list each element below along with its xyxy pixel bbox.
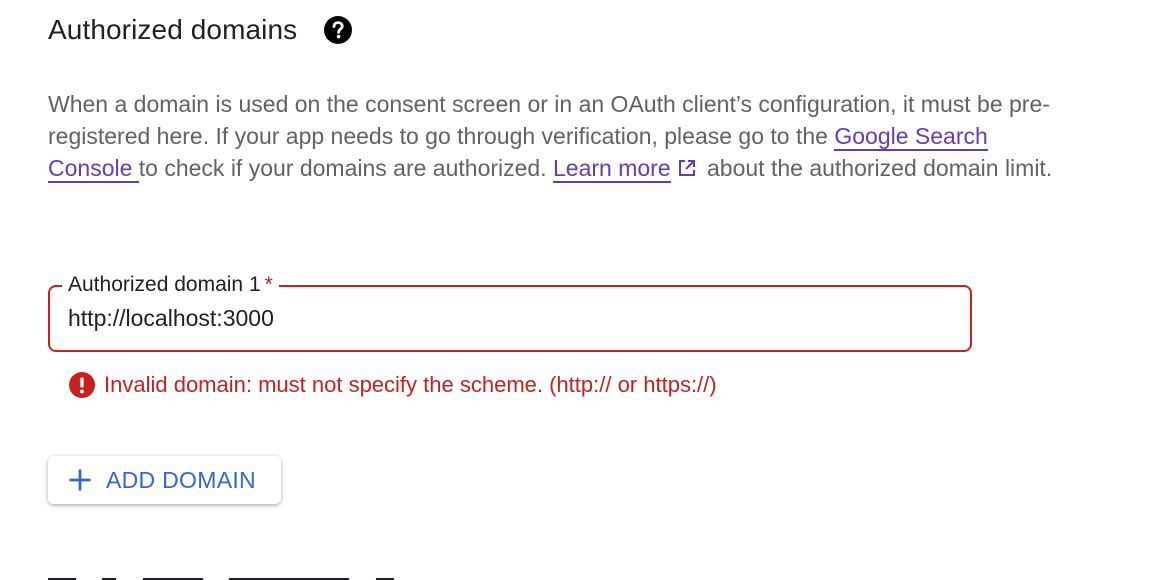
add-domain-button[interactable]: ADD DOMAIN <box>48 456 281 504</box>
error-message: Invalid domain: must not specify the sch… <box>68 371 717 399</box>
authorized-domain-input[interactable] <box>68 305 948 332</box>
description-text: When a domain is used on the consent scr… <box>48 88 1068 184</box>
required-asterisk: * <box>264 273 273 296</box>
plus-icon <box>68 468 92 492</box>
field-label-text: Authorized domain 1 <box>68 273 261 296</box>
error-icon <box>68 371 96 399</box>
section-title: Authorized domains <box>48 14 298 45</box>
page: Authorized domains When a domain is used… <box>0 0 1170 580</box>
help-circle-icon[interactable] <box>323 15 353 45</box>
open-in-new-icon[interactable] <box>677 154 697 176</box>
section-header: Authorized domains <box>48 14 353 46</box>
authorized-domain-label: Authorized domain 1 * <box>62 271 279 299</box>
description-part-2: to check if your domains are authorized. <box>138 155 553 181</box>
add-domain-label: ADD DOMAIN <box>106 466 256 493</box>
description-part-3: about the authorized domain limit. <box>700 155 1053 181</box>
learn-more-link[interactable]: Learn more <box>553 155 671 183</box>
authorized-domain-field: Authorized domain 1 * <box>48 271 972 352</box>
error-text: Invalid domain: must not specify the sch… <box>104 372 717 397</box>
next-section-cutoff <box>48 568 468 580</box>
